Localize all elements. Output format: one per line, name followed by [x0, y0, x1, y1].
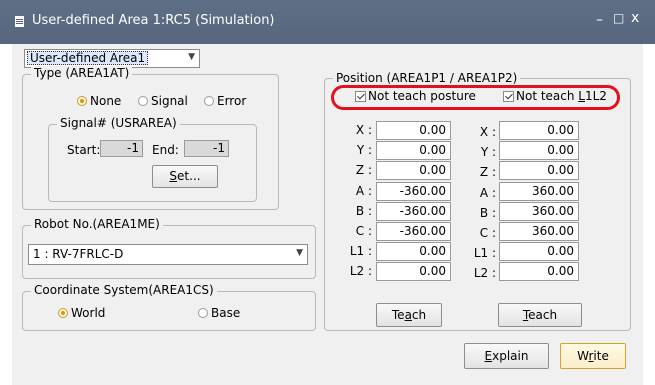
p2-axis-label: B : [479, 206, 496, 220]
p1-value-field[interactable]: 0.00 [376, 262, 451, 281]
checkbox-checked-icon [355, 90, 366, 102]
p2-value-field[interactable]: 0.00 [499, 262, 579, 281]
position-group-legend: Position (AREA1P1 / AREA1P2) [333, 71, 521, 85]
p2-axis-label: X : [479, 125, 496, 139]
type-group: Type (AREA1AT) None Signal Error Signal#… [22, 66, 279, 210]
coord-radio-base[interactable]: Base [198, 306, 240, 320]
p2-value-field[interactable]: 360.00 [499, 202, 579, 221]
p2-axis-label: L1 : [473, 246, 496, 260]
signal-start-label: Start: [67, 143, 101, 157]
not-teach-l1l2-checkbox[interactable]: Not teach L1L2 [503, 89, 607, 103]
title-bar[interactable]: User-defined Area 1:RC5 (Simulation) – □… [0, 0, 655, 44]
p1-value-field[interactable]: 0.00 [376, 141, 451, 160]
p2-value-field[interactable]: 0.00 [499, 121, 579, 140]
p1-axis-label: L1 : [349, 244, 372, 258]
checkbox-checked-icon [503, 90, 514, 102]
type-radio-error-label: Error [217, 94, 247, 108]
p2-axis-label: Z : [479, 165, 496, 179]
coord-group: Coordinate System(AREA1CS) World Base [22, 283, 316, 331]
p2-axis-label: Y : [480, 145, 496, 159]
p2-value-field[interactable]: 360.00 [499, 222, 579, 241]
radio-selected-icon [77, 96, 87, 106]
p1-value-field[interactable]: 0.00 [376, 161, 451, 180]
signal-group-legend: Signal# (USRAREA) [57, 116, 180, 130]
robot-select[interactable]: 1 : RV-7FRLC-D ▼ [28, 244, 308, 265]
teach-p1-button[interactable]: Teach [376, 303, 442, 327]
p2-axis-label: C : [479, 226, 496, 240]
chevron-down-icon: ▼ [296, 248, 303, 258]
not-teach-posture-label: Not teach posture [368, 89, 476, 103]
coord-group-legend: Coordinate System(AREA1CS) [31, 283, 217, 297]
p1-axis-label: A : [355, 184, 372, 198]
window-menu-icon[interactable] [15, 16, 24, 27]
p1-value-field[interactable]: 0.00 [376, 121, 451, 140]
p1-value-field[interactable]: 0.00 [376, 242, 451, 261]
radio-icon [204, 96, 214, 106]
type-radio-signal-label: Signal [151, 94, 188, 108]
p1-axis-label: C : [355, 224, 372, 238]
coord-radio-world-label: World [71, 306, 106, 320]
p1-axis-label: B : [355, 204, 372, 218]
radio-selected-icon [58, 308, 68, 318]
coord-radio-base-label: Base [211, 306, 241, 320]
signal-end-label: End: [152, 143, 179, 157]
dialog-client-area: User-defined Area1 ▼ Type (AREA1AT) None… [12, 44, 643, 385]
signal-end-field[interactable]: -1 [184, 140, 229, 157]
radio-icon [138, 96, 148, 106]
p1-value-field[interactable]: -360.00 [376, 182, 451, 201]
robot-group: Robot No.(AREA1ME) 1 : RV-7FRLC-D ▼ [22, 217, 316, 279]
chevron-down-icon: ▼ [188, 52, 195, 62]
signal-group: Signal# (USRAREA) Start: -1 End: -1 Set.… [48, 116, 257, 202]
write-button[interactable]: Write [560, 343, 626, 369]
p1-axis-label: L2 : [349, 264, 372, 278]
p2-value-field[interactable]: 0.00 [499, 161, 579, 180]
position-group: Position (AREA1P1 / AREA1P2) Not teach p… [324, 71, 631, 331]
area-select-value: User-defined Area1 [27, 51, 149, 65]
p2-value-field[interactable]: 360.00 [499, 182, 579, 201]
p2-value-field[interactable]: 0.00 [499, 242, 579, 261]
not-teach-posture-checkbox[interactable]: Not teach posture [355, 89, 476, 103]
set-button[interactable]: Set... [152, 165, 218, 188]
p1-value-field[interactable]: -360.00 [376, 202, 451, 221]
p1-value-field[interactable]: -360.00 [376, 222, 451, 241]
type-radio-error[interactable]: Error [204, 94, 246, 108]
p1-axis-label: Y : [356, 143, 372, 157]
signal-start-field[interactable]: -1 [100, 140, 143, 157]
teach-p2-button[interactable]: Teach [498, 303, 582, 327]
type-group-legend: Type (AREA1AT) [31, 66, 133, 80]
close-button[interactable]: x [631, 10, 639, 26]
robot-group-legend: Robot No.(AREA1ME) [31, 217, 163, 231]
type-radio-none[interactable]: None [77, 94, 121, 108]
type-radio-none-label: None [90, 94, 122, 108]
radio-icon [198, 308, 208, 318]
p2-axis-label: L2 : [473, 266, 496, 280]
p1-axis-label: X : [355, 123, 372, 137]
p2-axis-label: A : [479, 186, 496, 200]
robot-select-value: 1 : RV-7FRLC-D [33, 247, 124, 261]
window-title: User-defined Area 1:RC5 (Simulation) [32, 13, 275, 28]
maximize-button[interactable]: □ [613, 11, 624, 25]
type-radio-signal[interactable]: Signal [138, 94, 188, 108]
explain-button[interactable]: Explain [464, 343, 549, 369]
not-teach-l1l2-label: Not teach L1L2 [516, 89, 607, 103]
p2-value-field[interactable]: 0.00 [499, 141, 579, 160]
minimize-button[interactable]: – [596, 12, 603, 28]
coord-radio-world[interactable]: World [58, 306, 105, 320]
p1-axis-label: Z : [355, 163, 372, 177]
